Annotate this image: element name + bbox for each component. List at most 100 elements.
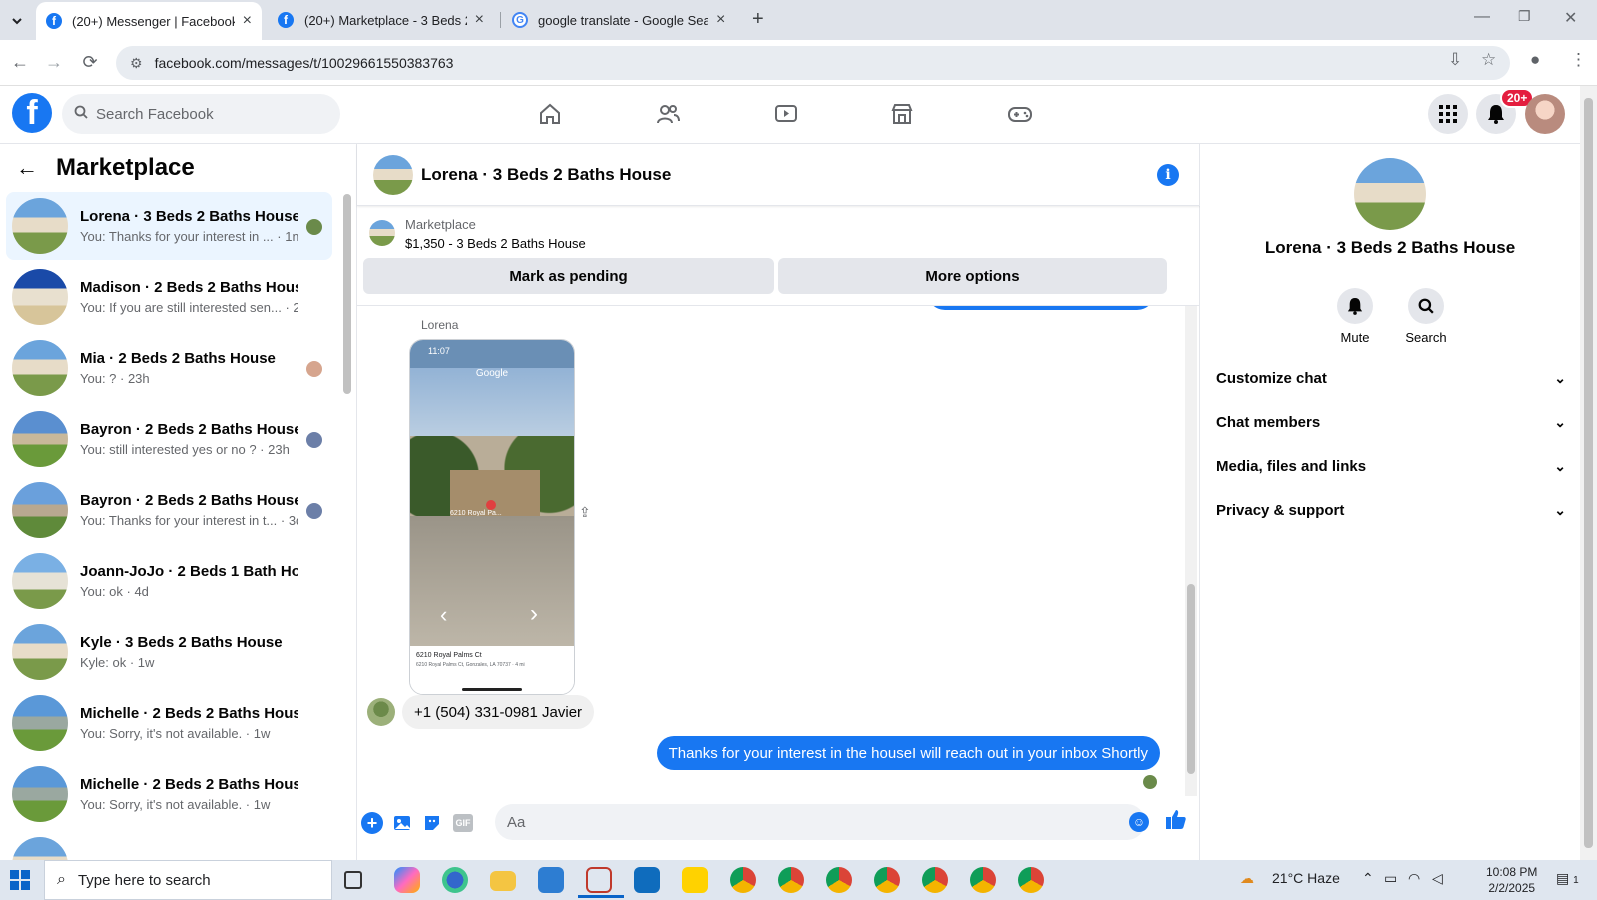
profile-icon[interactable]: ●	[1530, 50, 1540, 70]
minimize-icon[interactable]: —	[1474, 8, 1490, 26]
windows-start-icon[interactable]	[10, 870, 30, 890]
outlook-icon[interactable]	[634, 867, 660, 893]
chat-scrollbar-thumb[interactable]	[1187, 584, 1195, 774]
chrome-profile-icon[interactable]	[970, 867, 996, 893]
file-explorer-icon[interactable]	[490, 871, 516, 891]
chrome-profile-icon[interactable]	[778, 867, 804, 893]
task-view-icon[interactable]	[344, 871, 362, 889]
chrome-icon[interactable]	[730, 867, 756, 893]
emoji-icon[interactable]: ☺	[1129, 812, 1149, 832]
tab-search-button[interactable]	[6, 10, 28, 32]
share-icon[interactable]: ⇪	[579, 504, 591, 521]
gif-icon[interactable]: GIF	[453, 814, 473, 832]
conversation-item[interactable]: Michelle · 2 Beds 2 Baths House You: Sorr…	[6, 689, 332, 757]
copilot-icon[interactable]	[394, 867, 420, 893]
thumbs-up-icon[interactable]	[1165, 808, 1187, 836]
mark-as-pending-button[interactable]: Mark as pending	[363, 258, 774, 294]
photo-address-detail: 6210 Royal Palms Ct, Gonzales, LA 70737 …	[416, 662, 525, 668]
menu-kebab-icon[interactable]: ⋮	[1570, 50, 1587, 70]
sticky-notes-icon[interactable]	[682, 867, 708, 893]
facebook-logo[interactable]: f	[12, 93, 52, 133]
seen-receipt-avatar	[1143, 775, 1157, 789]
conversation-item[interactable]: Kyle · 3 Beds 2 Baths House Kyle: ok · 1w	[6, 618, 332, 686]
close-tab-icon[interactable]: ×	[716, 11, 725, 29]
video-tab[interactable]	[766, 96, 806, 132]
chrome-profile-icon[interactable]	[826, 867, 852, 893]
install-app-icon[interactable]: ⇩	[1448, 50, 1462, 70]
weather-icon[interactable]: ☁	[1240, 870, 1254, 887]
site-info-icon[interactable]: ⚙	[130, 55, 143, 72]
sidebar-scrollbar[interactable]	[343, 194, 351, 394]
network-icon[interactable]: ◠	[1408, 870, 1420, 887]
listing-price[interactable]: $1,350 - 3 Beds 2 Baths House	[405, 236, 586, 251]
weather-text[interactable]: 21°C Haze	[1272, 870, 1340, 886]
bookmark-star-icon[interactable]: ☆	[1481, 50, 1496, 70]
back-icon[interactable]: ←	[8, 50, 32, 74]
listing-thumbnail[interactable]	[369, 220, 395, 246]
tab-marketplace[interactable]: f (20+) Marketplace - 3 Beds 2 Ba ×	[268, 0, 494, 40]
restore-icon[interactable]: ❐	[1518, 8, 1531, 25]
friends-tab[interactable]	[648, 96, 688, 132]
chat-title[interactable]: Lorena · 3 Beds 2 Baths House	[421, 165, 671, 185]
volume-icon[interactable]: ◁	[1432, 870, 1443, 887]
conversation-name: Michelle · 2 Beds 2 Baths House	[80, 776, 298, 793]
conversation-item[interactable]: Madison · 2 Beds 2 Baths House You: If yo…	[6, 263, 332, 331]
chat-members-section[interactable]: Chat members ⌄	[1216, 402, 1566, 442]
info-icon[interactable]: i	[1157, 164, 1179, 186]
battery-icon[interactable]: ▭	[1384, 870, 1397, 887]
address-bar[interactable]: ⚙ facebook.com/messages/t/10029661550383…	[116, 46, 1510, 80]
home-tab[interactable]	[530, 96, 570, 132]
tab-messenger[interactable]: f (20+) Messenger | Facebook ×	[36, 2, 262, 40]
search-in-chat-button[interactable]: Search	[1391, 288, 1461, 345]
close-tab-icon[interactable]: ×	[243, 12, 252, 30]
chrome-profile-icon[interactable]	[874, 867, 900, 893]
chrome-profile-icon[interactable]	[1018, 867, 1044, 893]
incoming-message[interactable]: +1 (504) 331-0981 Javier	[402, 695, 595, 729]
close-tab-icon[interactable]: ×	[475, 11, 484, 29]
conversation-preview: You: Sorry, it's not available. · 1w	[80, 726, 271, 741]
tab-google-translate[interactable]: G google translate - Google Search ×	[502, 0, 738, 40]
phone-home-bar	[462, 688, 522, 691]
image-attachment[interactable]: 11:07 Google 6210 Royal Pa... ‹ › 6210 R…	[409, 339, 575, 695]
taskbar-search-input[interactable]: ⌕ Type here to search	[44, 860, 332, 900]
new-tab-button[interactable]: +	[752, 8, 764, 31]
plus-icon[interactable]: +	[361, 812, 383, 834]
reload-icon[interactable]: ⟳	[78, 50, 102, 74]
sender-avatar[interactable]	[367, 698, 395, 726]
store-icon[interactable]	[538, 867, 564, 893]
conversation-item[interactable]: Lorena · 3 Beds 2 Baths House You: Thanks…	[6, 192, 332, 260]
media-files-links-section[interactable]: Media, files and links ⌄	[1216, 446, 1566, 486]
conversation-item[interactable]: Mia · 2 Beds 2 Baths House You: ? · 23h	[6, 334, 332, 402]
facebook-search-input[interactable]: Search Facebook	[62, 94, 340, 134]
mute-button[interactable]: Mute	[1320, 288, 1390, 345]
page-scrollbar-thumb[interactable]	[1584, 98, 1593, 848]
conversation-item[interactable]: Joann-JoJo · 2 Beds 1 Bath House You: ok …	[6, 547, 332, 615]
account-avatar[interactable]	[1525, 94, 1565, 134]
snipping-tool-icon[interactable]	[578, 867, 624, 898]
edge-icon[interactable]	[442, 867, 468, 893]
sticker-icon[interactable]	[421, 812, 443, 834]
notification-center-icon[interactable]: ▤ 1	[1556, 870, 1579, 887]
gaming-tab[interactable]	[1000, 96, 1040, 132]
conversation-item-partial[interactable]	[6, 831, 332, 860]
conversation-item[interactable]: Michelle · 2 Beds 2 Baths House You: Sorr…	[6, 760, 332, 828]
menu-button[interactable]	[1428, 94, 1468, 134]
outgoing-message[interactable]: Thanks for your interest in the houseI w…	[656, 736, 1160, 770]
image-icon[interactable]	[391, 812, 413, 834]
message-input[interactable]: Aa	[495, 804, 1145, 840]
conversation-avatar[interactable]	[1354, 158, 1426, 230]
marketplace-tab[interactable]	[882, 96, 922, 132]
more-options-button[interactable]: More options	[778, 258, 1167, 294]
conversation-item[interactable]: Bayron · 2 Beds 2 Baths House You: Thanks…	[6, 476, 332, 544]
chat-avatar[interactable]	[373, 155, 413, 195]
back-arrow-icon[interactable]: ←	[16, 155, 38, 181]
forward-icon[interactable]: →	[42, 50, 66, 74]
page-scrollbar[interactable]	[1580, 86, 1597, 860]
chrome-profile-icon[interactable]	[922, 867, 948, 893]
customize-chat-section[interactable]: Customize chat ⌄	[1216, 358, 1566, 398]
privacy-support-section[interactable]: Privacy & support ⌄	[1216, 490, 1566, 530]
close-window-icon[interactable]: ✕	[1564, 8, 1577, 28]
system-clock[interactable]: 10:08 PM 2/2/2025	[1486, 864, 1537, 896]
show-hidden-icons[interactable]: ⌃	[1362, 870, 1374, 887]
conversation-item[interactable]: Bayron · 2 Beds 2 Baths House You: still …	[6, 405, 332, 473]
